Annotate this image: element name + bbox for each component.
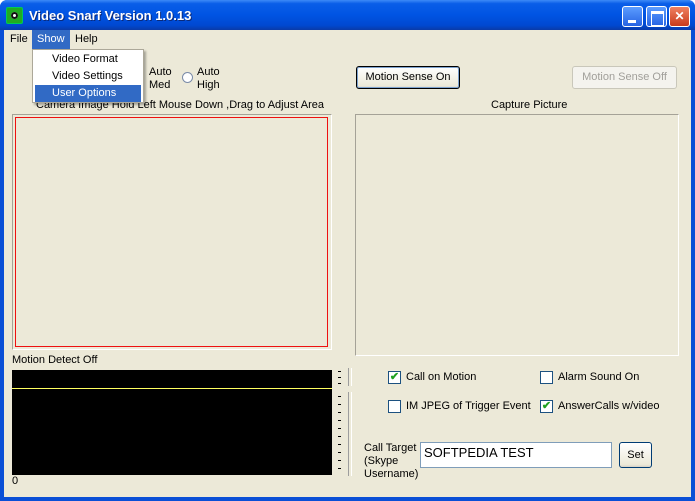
slider-tick xyxy=(338,371,341,372)
auto-med-label-line2: Med xyxy=(149,79,171,91)
slider-tick xyxy=(338,468,341,469)
camera-image-panel[interactable] xyxy=(12,114,332,350)
menu-item-video-settings[interactable]: Video Settings xyxy=(35,68,141,85)
alarm-sound-label: Alarm Sound On xyxy=(558,371,640,383)
menu-bar: File Show Help xyxy=(4,30,691,49)
auto-med-label-line1: Auto xyxy=(149,66,172,78)
menu-item-video-format[interactable]: Video Format xyxy=(35,51,141,68)
answer-calls-label: AnswerCalls w/video xyxy=(558,400,660,412)
menu-item-user-options[interactable]: User Options xyxy=(35,85,141,102)
app-eye-icon[interactable] xyxy=(6,7,23,24)
client-area: File Show Help Auto Med Auto High Motion… xyxy=(4,30,691,497)
motion-detect-status: Motion Detect Off xyxy=(12,354,98,366)
slider-tick xyxy=(338,412,341,413)
slider-tick xyxy=(338,428,341,429)
capture-picture-label: Capture Picture xyxy=(491,99,568,111)
alarm-sound-checkbox[interactable] xyxy=(540,371,553,384)
window-title: Video Snarf Version 1.0.13 xyxy=(29,8,192,23)
call-target-label-line1: Call Target xyxy=(364,442,417,454)
title-bar[interactable]: Video Snarf Version 1.0.13 ✕ xyxy=(0,0,695,30)
sensitivity-slider[interactable] xyxy=(348,392,352,476)
auto-high-label-line1: Auto xyxy=(197,66,220,78)
slider-tick xyxy=(338,396,341,397)
close-button[interactable]: ✕ xyxy=(669,6,690,27)
slider-tick xyxy=(338,377,341,378)
call-target-label-line3: Username) xyxy=(364,468,419,480)
call-target-input[interactable]: SOFTPEDIA TEST xyxy=(420,442,612,468)
show-menu-dropdown: Video Format Video Settings User Options xyxy=(32,49,144,103)
call-target-label-line2: (Skype xyxy=(364,455,399,467)
slider-tick xyxy=(338,460,341,461)
auto-high-radio[interactable] xyxy=(182,72,193,83)
call-on-motion-checkbox[interactable]: ✔ xyxy=(388,371,401,384)
threshold-slider[interactable] xyxy=(348,368,352,386)
im-jpeg-label: IM JPEG of Trigger Event xyxy=(406,400,531,412)
motion-sense-off-button[interactable]: Motion Sense Off xyxy=(572,66,677,89)
minimize-button[interactable] xyxy=(622,6,643,27)
menu-help[interactable]: Help xyxy=(70,30,103,49)
slider-tick xyxy=(338,452,341,453)
capture-picture-panel xyxy=(355,114,679,356)
motion-level-value: 0 xyxy=(12,475,19,487)
motion-level-meter xyxy=(12,370,332,390)
motion-history-graph xyxy=(12,389,332,475)
call-on-motion-label: Call on Motion xyxy=(406,371,477,383)
set-button[interactable]: Set xyxy=(619,442,652,468)
auto-high-label-line2: High xyxy=(197,79,220,91)
slider-tick xyxy=(338,436,341,437)
maximize-button[interactable] xyxy=(646,6,667,27)
slider-tick xyxy=(338,444,341,445)
motion-sense-on-button[interactable]: Motion Sense On xyxy=(356,66,460,89)
slider-tick xyxy=(338,404,341,405)
menu-show[interactable]: Show xyxy=(32,30,70,49)
motion-detect-area[interactable] xyxy=(15,117,328,347)
slider-tick xyxy=(338,420,341,421)
menu-file[interactable]: File xyxy=(5,30,33,49)
answer-calls-checkbox[interactable]: ✔ xyxy=(540,400,553,413)
slider-tick xyxy=(338,383,341,384)
app-window: Video Snarf Version 1.0.13 ✕ File Show H… xyxy=(0,0,695,501)
im-jpeg-checkbox[interactable] xyxy=(388,400,401,413)
